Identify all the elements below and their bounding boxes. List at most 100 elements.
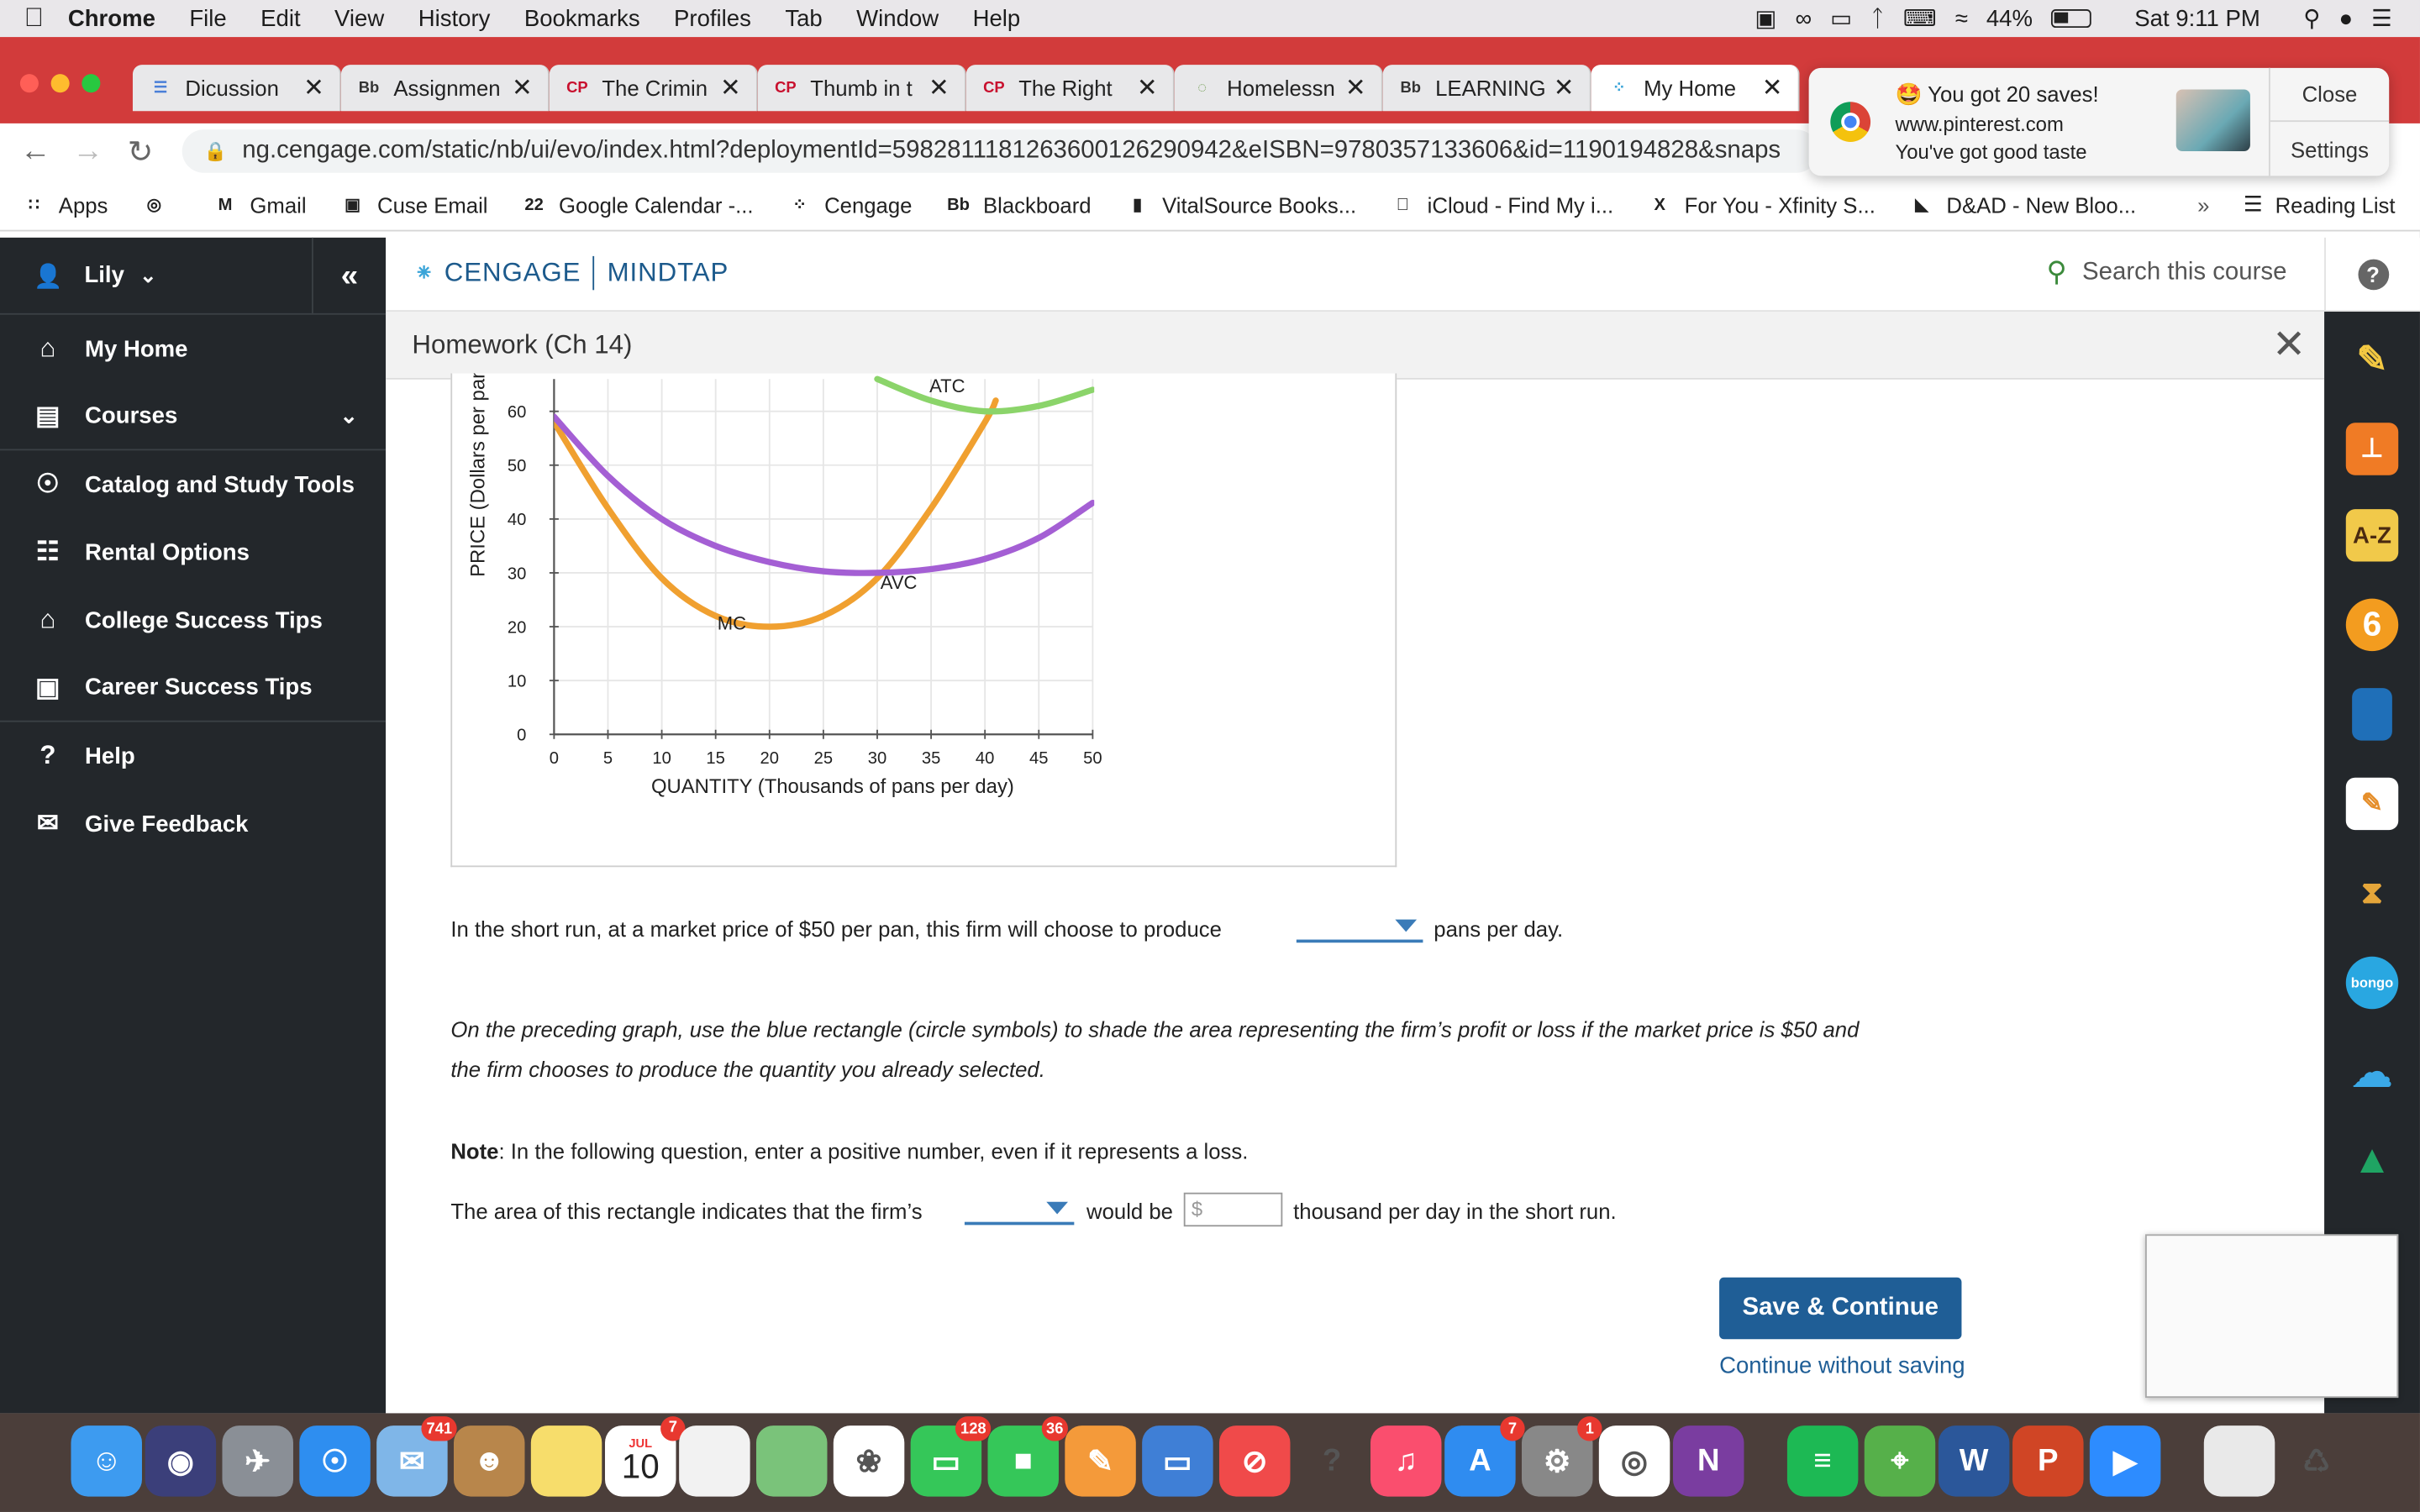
profit-loss-dropdown[interactable] bbox=[964, 1194, 1075, 1226]
camera-icon[interactable]: ▣ bbox=[1754, 5, 1776, 32]
menu-history[interactable]: History bbox=[418, 5, 491, 31]
airplay-icon[interactable]: ▭ bbox=[1830, 5, 1852, 32]
sidebar-item-help[interactable]: ? Help bbox=[0, 722, 386, 790]
quantity-dropdown[interactable] bbox=[1296, 911, 1423, 943]
close-tab-icon[interactable]: ✕ bbox=[1345, 72, 1366, 103]
collapse-sidebar-button[interactable]: « bbox=[312, 237, 386, 315]
contacts-icon[interactable]: ☻ bbox=[453, 1425, 525, 1497]
calendar-icon[interactable]: JUL 10 7 bbox=[604, 1416, 686, 1497]
chrome-icon[interactable]: ◎ bbox=[1598, 1425, 1670, 1497]
notes-icon[interactable]: ✎ bbox=[2345, 777, 2399, 831]
mail-icon[interactable]: ✉ 741 bbox=[376, 1416, 457, 1497]
powerpoint-icon[interactable]: P bbox=[2012, 1425, 2084, 1497]
bookmarks-overflow-button[interactable]: » bbox=[2197, 192, 2209, 217]
messages-icon[interactable]: ▭ 128 bbox=[910, 1416, 992, 1497]
glossary-az-icon[interactable]: A-Z bbox=[2345, 509, 2399, 562]
app-store-icon[interactable]: A7 bbox=[1444, 1416, 1525, 1497]
tab-4[interactable]: CP The Right ✕ bbox=[965, 65, 1175, 112]
sidebar-item-courses[interactable]: ▤ Courses ⌄ bbox=[0, 383, 387, 451]
back-icon[interactable]: ← bbox=[9, 134, 61, 169]
onenote-icon[interactable]: N bbox=[1672, 1425, 1744, 1497]
bongo-icon[interactable]: bongo bbox=[2345, 956, 2399, 1010]
battery-icon[interactable] bbox=[2051, 9, 2091, 29]
close-tab-icon[interactable]: ✕ bbox=[929, 72, 950, 103]
bookmark-item[interactable]: ◣ D&AD - New Bloo... bbox=[1909, 192, 2136, 217]
photos-icon[interactable]: ❀ bbox=[833, 1425, 905, 1497]
sidebar-item-give-feedback[interactable]: ✉ Give Feedback bbox=[0, 790, 386, 858]
notification-settings-button[interactable]: Settings bbox=[2270, 122, 2389, 176]
readspeaker-icon[interactable]: ⧗ bbox=[2346, 867, 2398, 919]
notes-app-icon[interactable] bbox=[530, 1425, 602, 1497]
sidebar-item-college-success-tips[interactable]: ⌂ College Success Tips bbox=[0, 586, 386, 654]
pinterest-notification[interactable]: 🤩 You got 20 saves! www.pinterest.com Yo… bbox=[1808, 67, 2390, 176]
wifi-icon[interactable]: ≈ bbox=[1955, 5, 1968, 31]
creative-cloud-icon[interactable]: ∞ bbox=[1795, 5, 1812, 31]
tab-7[interactable]: ⁘ My Home ✕ bbox=[1591, 65, 1800, 112]
finder-icon[interactable]: ☺ bbox=[71, 1425, 142, 1497]
clock[interactable]: Sat 9:11 PM bbox=[2134, 5, 2260, 31]
close-tab-icon[interactable]: ✕ bbox=[1762, 72, 1783, 103]
menu-profiles[interactable]: Profiles bbox=[674, 5, 751, 31]
bookmark-item[interactable]: M Gmail bbox=[213, 192, 307, 217]
control-center-icon[interactable]: ☰ bbox=[2371, 5, 2392, 32]
pages-icon[interactable]: ✎ bbox=[1065, 1425, 1136, 1497]
apple-menu-icon[interactable]:  bbox=[0, 3, 68, 34]
siri-icon[interactable]: ◉ bbox=[145, 1425, 217, 1497]
tab-3[interactable]: CP Thumb in t ✕ bbox=[757, 65, 966, 112]
bookmark-item[interactable]: ▣ Cuse Email bbox=[340, 192, 487, 217]
reading-list-button[interactable]: Reading List bbox=[2275, 192, 2396, 217]
zoom-icon[interactable]: ▶ bbox=[2089, 1425, 2161, 1497]
reload-icon[interactable]: ↻ bbox=[114, 132, 166, 171]
sidebar-item-career-success-tips[interactable]: ▣ Career Success Tips bbox=[0, 654, 387, 722]
sidebar-item-catalog-and-study-tools[interactable]: ☉ Catalog and Study Tools bbox=[0, 450, 386, 518]
help-app-icon[interactable]: ? bbox=[1297, 1425, 1367, 1496]
amount-input[interactable]: $ bbox=[1183, 1192, 1283, 1227]
screenshot-thumbnail[interactable] bbox=[2145, 1234, 2399, 1399]
help-button[interactable]: ? bbox=[2324, 237, 2420, 312]
siri-icon[interactable]: ● bbox=[2338, 5, 2353, 31]
minimize-window-button[interactable] bbox=[50, 74, 70, 93]
lock-icon[interactable]: 🔒 bbox=[203, 140, 226, 162]
course-search[interactable]: ⚲ Search this course bbox=[2046, 256, 2286, 289]
cengage-mindtap-logo[interactable]: ⁕ CENGAGE MINDTAP bbox=[413, 255, 729, 291]
bookmark-item[interactable]:  iCloud - Find My i... bbox=[1391, 192, 1613, 217]
menu-window[interactable]: Window bbox=[856, 5, 939, 31]
bookmark-item[interactable]: X For You - Xfinity S... bbox=[1648, 192, 1876, 217]
menu-edit[interactable]: Edit bbox=[260, 5, 300, 31]
url-field[interactable]: 🔒 ng.cengage.com/static/nb/ui/evo/index.… bbox=[182, 129, 1818, 173]
close-window-button[interactable] bbox=[19, 74, 39, 93]
notification-close-button[interactable]: Close bbox=[2270, 68, 2390, 123]
bookmark-item[interactable]: 22 Google Calendar -... bbox=[522, 192, 753, 217]
chevron-down-icon[interactable]: ⌄ bbox=[340, 402, 359, 428]
menu-file[interactable]: File bbox=[189, 5, 226, 31]
close-tab-icon[interactable]: ✕ bbox=[720, 72, 741, 103]
menu-tab[interactable]: Tab bbox=[785, 5, 822, 31]
bookmark-item[interactable]: ∷ Apps bbox=[22, 192, 108, 217]
close-tab-icon[interactable]: ✕ bbox=[303, 72, 324, 103]
forward-icon[interactable]: → bbox=[61, 134, 113, 169]
tab-6[interactable]: Bb LEARNING ✕ bbox=[1382, 65, 1591, 112]
close-activity-icon[interactable]: ✕ bbox=[2272, 321, 2306, 369]
save-continue-button[interactable]: Save & Continue bbox=[1719, 1277, 1962, 1340]
close-tab-icon[interactable]: ✕ bbox=[512, 72, 533, 103]
bluetooth-icon[interactable]: ᛏ bbox=[1870, 5, 1885, 31]
close-tab-icon[interactable]: ✕ bbox=[1554, 72, 1575, 103]
keyboard-icon[interactable]: ⌨ bbox=[1903, 5, 1937, 32]
google-drive-icon[interactable]: ▲ bbox=[2346, 1132, 2398, 1184]
safari-icon[interactable]: ☉ bbox=[299, 1425, 371, 1497]
bookmark-item[interactable]: ◎ bbox=[142, 192, 179, 217]
cost-curves-chart[interactable]: 0 5 10 15 20 25 30 35 40 45 50 0 10 20 30 40 50 60 QUANTIT… bbox=[452, 361, 1398, 867]
close-tab-icon[interactable]: ✕ bbox=[1137, 72, 1158, 103]
user-menu[interactable]: 👤 Lily ⌄ « bbox=[0, 237, 387, 315]
continue-without-saving-link[interactable]: Continue without saving bbox=[1719, 1353, 1965, 1379]
menu-help[interactable]: Help bbox=[973, 5, 1021, 31]
onedrive-icon[interactable]: ☁ bbox=[2346, 1046, 2398, 1098]
facetime-icon[interactable]: ■ 36 bbox=[987, 1416, 1068, 1497]
word-icon[interactable]: W bbox=[1938, 1425, 2010, 1497]
menu-app-name[interactable]: Chrome bbox=[68, 5, 155, 31]
reading-list-icon[interactable]: ☰ bbox=[2244, 192, 2263, 218]
bookmark-item[interactable]: ⁘ Cengage bbox=[787, 192, 912, 217]
bookmark-item[interactable]: ▮ VitalSource Books... bbox=[1125, 192, 1356, 217]
tab-0[interactable]: ☰ Dicussion ✕ bbox=[132, 65, 341, 112]
menu-view[interactable]: View bbox=[334, 5, 384, 31]
